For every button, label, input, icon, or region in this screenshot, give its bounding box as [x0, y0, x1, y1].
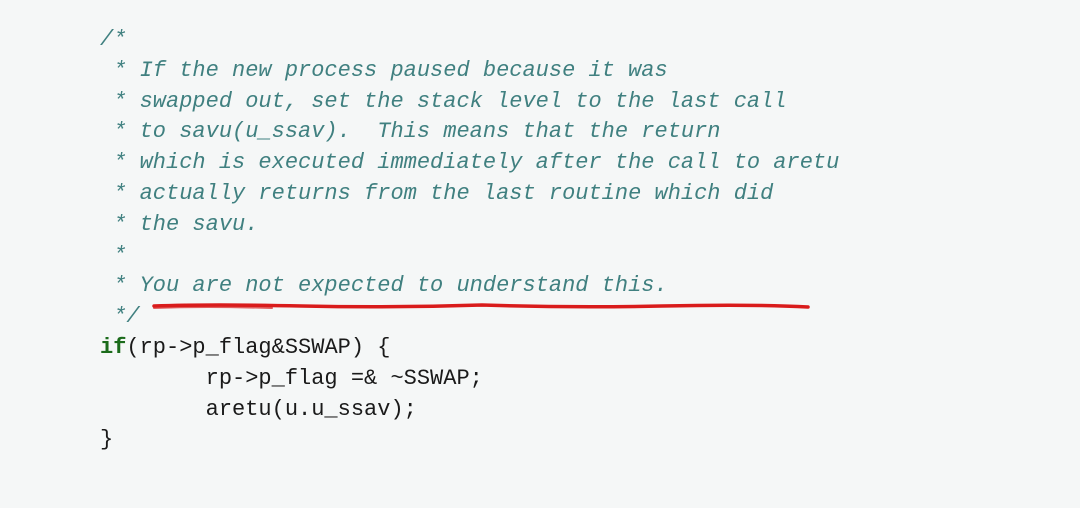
close-brace: }: [100, 427, 113, 452]
code-block: /* * If the new process paused because i…: [100, 25, 1080, 456]
comment-line: * actually returns from the last routine…: [100, 181, 773, 206]
comment-line-highlighted: * You are not expected to understand thi…: [100, 273, 668, 298]
comment-line: *: [100, 243, 126, 268]
if-statement: if(rp->p_flag&SSWAP) {: [100, 335, 390, 360]
code-body-line: aretu(u.u_ssav);: [100, 397, 417, 422]
comment-line: * to savu(u_ssav). This means that the r…: [100, 119, 721, 144]
if-condition: (rp->p_flag&SSWAP) {: [126, 335, 390, 360]
if-keyword: if: [100, 335, 126, 360]
comment-close: */: [100, 304, 140, 329]
code-body-line: rp->p_flag =& ~SSWAP;: [100, 366, 483, 391]
comment-line: * If the new process paused because it w…: [100, 58, 668, 83]
comment-line: * which is executed immediately after th…: [100, 150, 839, 175]
comment-line: * swapped out, set the stack level to th…: [100, 89, 787, 114]
comment-line: * the savu.: [100, 212, 258, 237]
comment-open: /*: [100, 27, 126, 52]
